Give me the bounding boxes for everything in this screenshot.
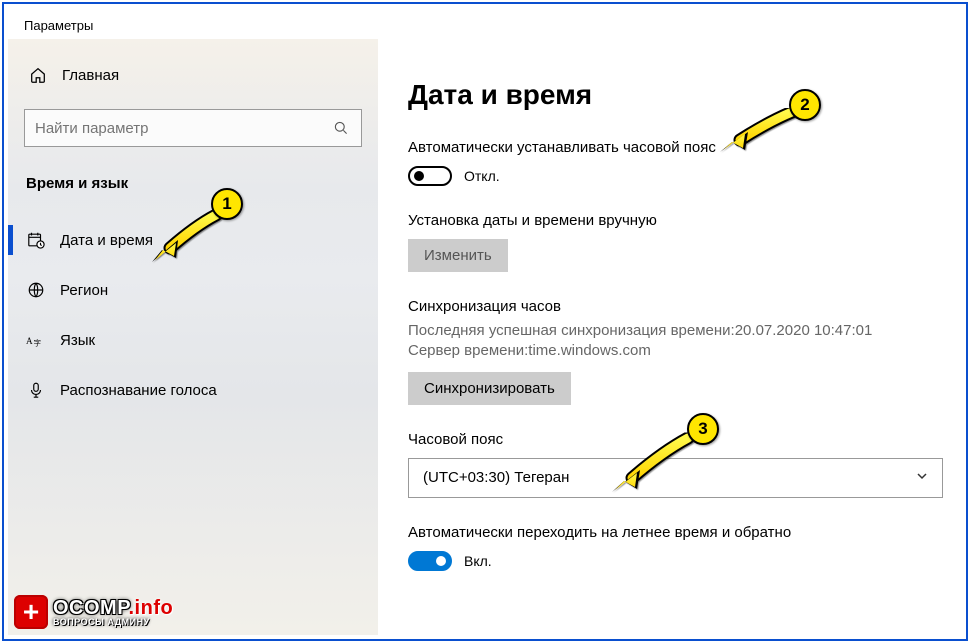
tz-label: Часовой пояс [408, 431, 940, 448]
svg-text:字: 字 [34, 337, 42, 347]
auto-tz-state: Откл. [464, 168, 500, 184]
home-label: Главная [62, 67, 119, 84]
sidebar-item-label: Распознавание голоса [60, 382, 217, 399]
main-content: Дата и время Автоматически устанавливать… [378, 39, 962, 635]
svg-text:A: A [26, 335, 33, 345]
sidebar-item-label: Регион [60, 282, 108, 299]
tz-dropdown[interactable]: (UTC+03:30) Тегеран [408, 458, 943, 498]
category-title: Время и язык [24, 175, 362, 212]
auto-tz-toggle[interactable] [408, 166, 452, 186]
sync-last: Последняя успешная синхронизация времени… [408, 321, 940, 341]
home-nav[interactable]: Главная [24, 57, 362, 103]
sidebar-item-speech[interactable]: Распознавание голоса [24, 368, 362, 412]
plus-icon: + [14, 595, 48, 629]
sync-button[interactable]: Синхронизировать [408, 372, 571, 405]
search-icon [331, 118, 351, 138]
page-title: Дата и время [408, 79, 940, 111]
dst-toggle[interactable] [408, 551, 452, 571]
sidebar-item-label: Язык [60, 332, 95, 349]
sidebar-item-language[interactable]: A字 Язык [24, 318, 362, 362]
dst-state: Вкл. [464, 553, 492, 569]
sidebar-item-datetime[interactable]: Дата и время [24, 218, 362, 262]
globe-icon [26, 280, 46, 300]
tz-value: (UTC+03:30) Тегеран [423, 469, 569, 486]
manual-label: Установка даты и времени вручную [408, 212, 940, 229]
search-input[interactable] [35, 120, 331, 137]
sidebar-item-region[interactable]: Регион [24, 268, 362, 312]
window-title: Параметры [8, 8, 962, 39]
sidebar-item-label: Дата и время [60, 232, 153, 249]
microphone-icon [26, 380, 46, 400]
chevron-down-icon [916, 470, 928, 485]
sync-title: Синхронизация часов [408, 298, 940, 315]
auto-tz-label: Автоматически устанавливать часовой пояс [408, 139, 940, 156]
sync-server: Сервер времени:time.windows.com [408, 341, 940, 361]
calendar-clock-icon [26, 230, 46, 250]
sidebar: Главная Время и язык Дата и время Ре [8, 39, 378, 635]
language-icon: A字 [26, 330, 46, 350]
search-box[interactable] [24, 109, 362, 147]
change-button[interactable]: Изменить [408, 239, 508, 272]
home-icon [28, 65, 48, 85]
watermark-logo: + OCOMP.info ВОПРОСЫ АДМИНУ [14, 595, 173, 629]
dst-label: Автоматически переходить на летнее время… [408, 524, 940, 541]
